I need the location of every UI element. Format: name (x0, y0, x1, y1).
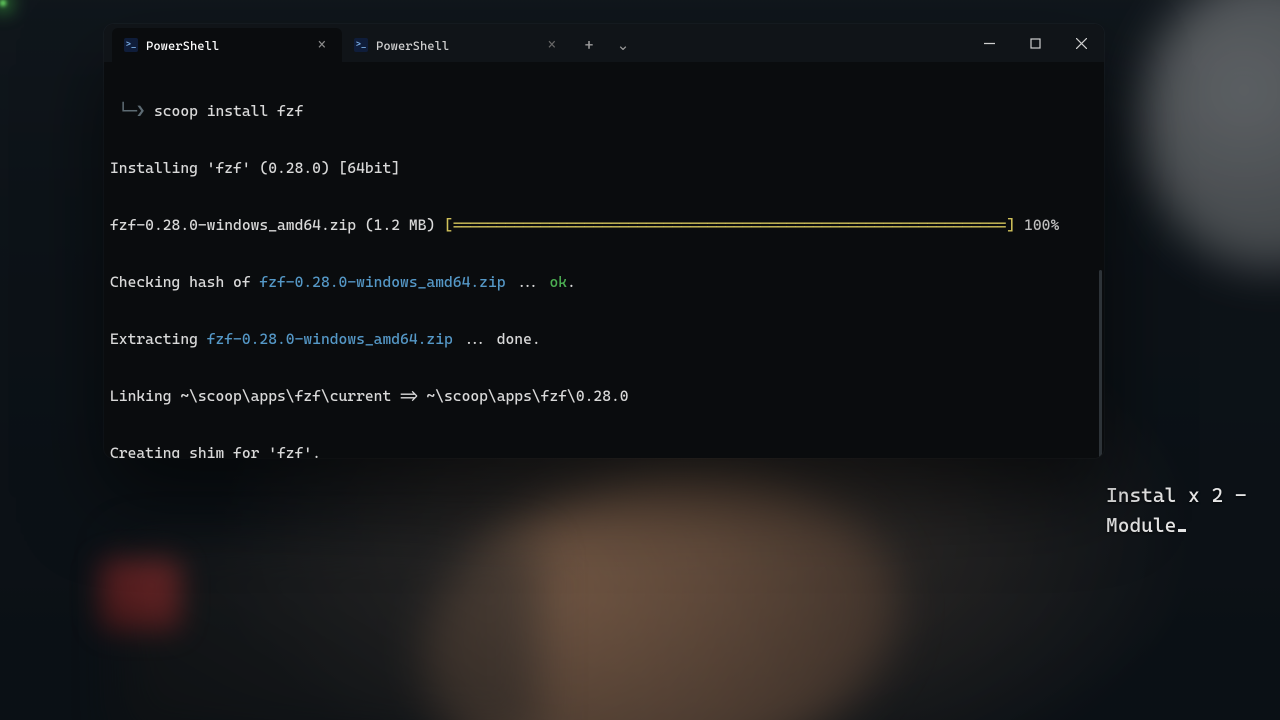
chevron-down-icon: ⌄ (617, 36, 630, 54)
tab-label: PowerShell (376, 38, 449, 53)
powershell-icon: >_ (354, 38, 368, 52)
output-line: Installing 'fzf' (0.28.0) [64bit] (104, 159, 1104, 178)
close-icon[interactable]: × (316, 37, 328, 53)
minimize-button[interactable] (966, 24, 1012, 62)
tab-powershell-1[interactable]: >_ PowerShell × (112, 28, 342, 62)
keystroke-overlay: Instal x 2 -Module (1106, 480, 1256, 540)
command-text: scoop install fzf (154, 102, 303, 120)
tab-powershell-2[interactable]: >_ PowerShell × (342, 28, 572, 62)
terminal-window: >_ PowerShell × >_ PowerShell × + ⌄ └─❯ … (104, 24, 1104, 458)
powershell-icon: >_ (124, 38, 138, 52)
prompt-glyph: └─❯ (119, 102, 145, 120)
new-tab-button[interactable]: + (572, 28, 606, 62)
scrollbar-thumb[interactable] (1099, 270, 1102, 458)
close-button[interactable] (1058, 24, 1104, 62)
titlebar: >_ PowerShell × >_ PowerShell × + ⌄ (104, 24, 1104, 62)
output-line: Linking ~\scoop\apps\fzf\current => ~\sc… (104, 387, 1104, 406)
maximize-button[interactable] (1012, 24, 1058, 62)
output-line: Creating shim for 'fzf'. (104, 444, 1104, 458)
tab-label: PowerShell (146, 38, 219, 53)
close-icon[interactable]: × (546, 37, 558, 53)
tab-dropdown-button[interactable]: ⌄ (606, 28, 640, 62)
terminal-body[interactable]: └─❯ scoop install fzf Installing 'fzf' (… (104, 62, 1104, 458)
